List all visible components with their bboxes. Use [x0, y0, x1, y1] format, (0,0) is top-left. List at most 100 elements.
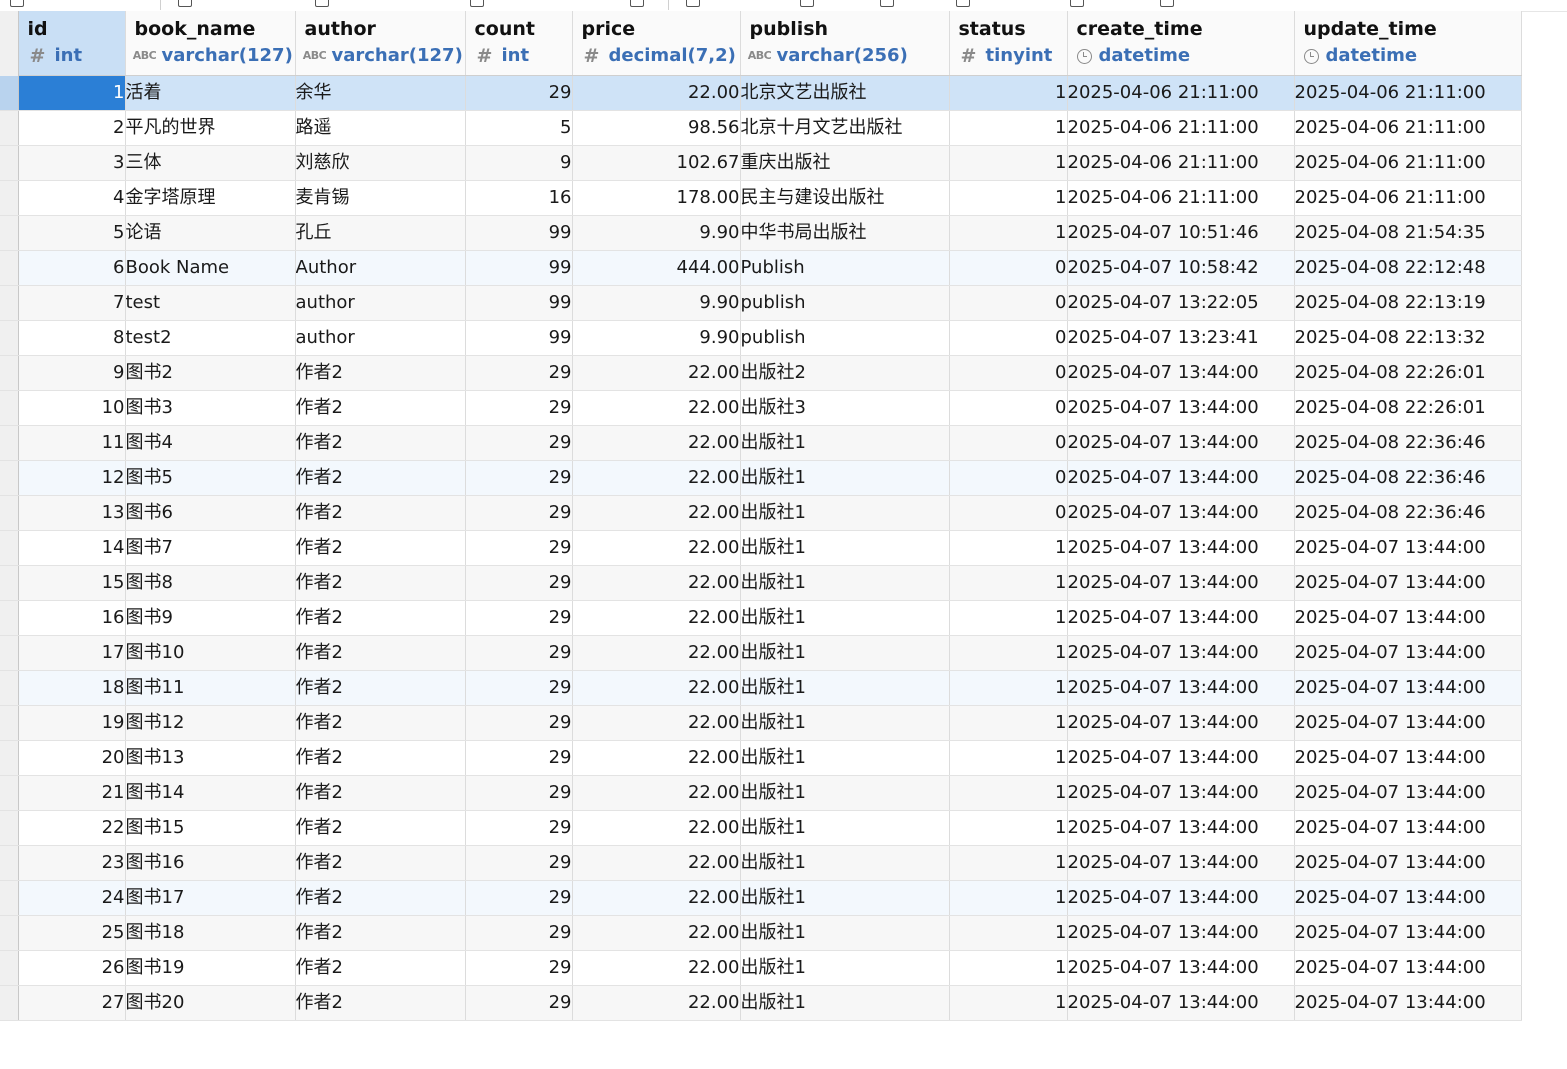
- cell-count[interactable]: 29: [465, 775, 573, 811]
- row-header[interactable]: [0, 600, 19, 636]
- cell-book-name[interactable]: 图书9: [125, 600, 296, 636]
- cell-create-time[interactable]: 2025-04-06 21:11:00: [1067, 110, 1295, 146]
- cell-author[interactable]: 路遥: [295, 110, 466, 146]
- table-row[interactable]: 7 test author 99 9.90 publish 0 2025-04-07 13:2…: [0, 285, 1522, 321]
- cell-publish[interactable]: 北京十月文艺出版社: [740, 110, 950, 146]
- cell-publish[interactable]: 出版社1: [740, 565, 950, 601]
- cell-status[interactable]: 0: [949, 390, 1068, 426]
- cell-publish[interactable]: 出版社2: [740, 355, 950, 391]
- cell-author[interactable]: 作者2: [295, 670, 466, 706]
- cell-author[interactable]: 作者2: [295, 950, 466, 986]
- cell-price[interactable]: 98.56: [572, 110, 741, 146]
- table-row[interactable]: 15 图书8 作者2 29 22.00 出版社1 1 2025-04-07 13:44:00 2…: [0, 565, 1522, 601]
- table-row[interactable]: 9 图书2 作者2 29 22.00 出版社2 0 2025-04-07 13:44:00 20…: [0, 355, 1522, 391]
- cell-author[interactable]: 作者2: [295, 880, 466, 916]
- cell-publish[interactable]: 出版社1: [740, 670, 950, 706]
- cell-id[interactable]: 17: [18, 635, 126, 671]
- cell-book-name[interactable]: 图书18: [125, 915, 296, 951]
- table-row[interactable]: 22 图书15 作者2 29 22.00 出版社1 1 2025-04-07 13:44:00…: [0, 810, 1522, 846]
- cell-create-time[interactable]: 2025-04-07 13:44:00: [1067, 845, 1295, 881]
- cell-author[interactable]: 作者2: [295, 460, 466, 496]
- column-header-author[interactable]: author ABC varchar(127): [295, 11, 466, 76]
- cell-create-time[interactable]: 2025-04-07 13:44:00: [1067, 635, 1295, 671]
- cell-status[interactable]: 1: [949, 145, 1068, 181]
- cell-update-time[interactable]: 2025-04-07 13:44:00: [1294, 670, 1522, 706]
- cell-author[interactable]: 麦肯锡: [295, 180, 466, 216]
- cell-create-time[interactable]: 2025-04-07 13:22:05: [1067, 285, 1295, 321]
- cell-id[interactable]: 1: [18, 75, 126, 111]
- cell-book-name[interactable]: 图书4: [125, 425, 296, 461]
- cell-status[interactable]: 1: [949, 880, 1068, 916]
- cell-price[interactable]: 22.00: [572, 950, 741, 986]
- cell-price[interactable]: 22.00: [572, 880, 741, 916]
- cell-book-name[interactable]: 图书12: [125, 705, 296, 741]
- cell-id[interactable]: 22: [18, 810, 126, 846]
- cell-status[interactable]: 1: [949, 635, 1068, 671]
- cell-create-time[interactable]: 2025-04-07 13:44:00: [1067, 705, 1295, 741]
- cell-author[interactable]: 作者2: [295, 495, 466, 531]
- cell-id[interactable]: 13: [18, 495, 126, 531]
- cell-price[interactable]: 22.00: [572, 845, 741, 881]
- cell-publish[interactable]: Publish: [740, 250, 950, 286]
- table-row[interactable]: 18 图书11 作者2 29 22.00 出版社1 1 2025-04-07 13:44:00…: [0, 670, 1522, 706]
- row-header[interactable]: [0, 880, 19, 916]
- cell-update-time[interactable]: 2025-04-08 22:26:01: [1294, 390, 1522, 426]
- cell-update-time[interactable]: 2025-04-07 13:44:00: [1294, 915, 1522, 951]
- cell-update-time[interactable]: 2025-04-06 21:11:00: [1294, 75, 1522, 111]
- row-header[interactable]: [0, 635, 19, 671]
- cell-author[interactable]: author: [295, 320, 466, 356]
- cell-book-name[interactable]: 图书7: [125, 530, 296, 566]
- cell-price[interactable]: 22.00: [572, 390, 741, 426]
- table-row[interactable]: 12 图书5 作者2 29 22.00 出版社1 0 2025-04-07 13:44:00 2…: [0, 460, 1522, 496]
- cell-author[interactable]: 作者2: [295, 355, 466, 391]
- cell-status[interactable]: 1: [949, 530, 1068, 566]
- toolbar-button[interactable]: [800, 0, 814, 8]
- toolbar-button[interactable]: [880, 0, 894, 8]
- cell-publish[interactable]: 出版社1: [740, 985, 950, 1021]
- cell-price[interactable]: 22.00: [572, 915, 741, 951]
- cell-update-time[interactable]: 2025-04-07 13:44:00: [1294, 565, 1522, 601]
- cell-id[interactable]: 12: [18, 460, 126, 496]
- cell-price[interactable]: 22.00: [572, 75, 741, 111]
- cell-id[interactable]: 21: [18, 775, 126, 811]
- cell-create-time[interactable]: 2025-04-06 21:11:00: [1067, 75, 1295, 111]
- cell-update-time[interactable]: 2025-04-08 21:54:35: [1294, 215, 1522, 251]
- cell-update-time[interactable]: 2025-04-07 13:44:00: [1294, 635, 1522, 671]
- cell-status[interactable]: 1: [949, 75, 1068, 111]
- cell-count[interactable]: 29: [465, 705, 573, 741]
- cell-id[interactable]: 11: [18, 425, 126, 461]
- cell-author[interactable]: 作者2: [295, 915, 466, 951]
- cell-create-time[interactable]: 2025-04-07 13:44:00: [1067, 530, 1295, 566]
- cell-author[interactable]: 作者2: [295, 740, 466, 776]
- row-header[interactable]: [0, 425, 19, 461]
- cell-book-name[interactable]: Book Name: [125, 250, 296, 286]
- cell-count[interactable]: 29: [465, 915, 573, 951]
- cell-book-name[interactable]: 图书5: [125, 460, 296, 496]
- cell-book-name[interactable]: 三体: [125, 145, 296, 181]
- row-header[interactable]: [0, 740, 19, 776]
- cell-count[interactable]: 29: [465, 740, 573, 776]
- cell-book-name[interactable]: 图书6: [125, 495, 296, 531]
- toolbar-button[interactable]: [10, 0, 24, 8]
- cell-book-name[interactable]: 图书3: [125, 390, 296, 426]
- cell-create-time[interactable]: 2025-04-07 13:44:00: [1067, 915, 1295, 951]
- cell-id[interactable]: 18: [18, 670, 126, 706]
- cell-book-name[interactable]: 金字塔原理: [125, 180, 296, 216]
- corner-cell[interactable]: [0, 11, 19, 76]
- cell-create-time[interactable]: 2025-04-06 21:11:00: [1067, 145, 1295, 181]
- row-header[interactable]: [0, 110, 19, 146]
- cell-status[interactable]: 0: [949, 320, 1068, 356]
- cell-create-time[interactable]: 2025-04-07 13:44:00: [1067, 775, 1295, 811]
- table-row[interactable]: 21 图书14 作者2 29 22.00 出版社1 1 2025-04-07 13:44:00…: [0, 775, 1522, 811]
- cell-status[interactable]: 1: [949, 110, 1068, 146]
- toolbar-button[interactable]: [956, 0, 970, 8]
- cell-book-name[interactable]: 图书20: [125, 985, 296, 1021]
- cell-author[interactable]: 作者2: [295, 810, 466, 846]
- cell-publish[interactable]: 出版社1: [740, 845, 950, 881]
- cell-count[interactable]: 99: [465, 285, 573, 321]
- cell-status[interactable]: 1: [949, 845, 1068, 881]
- cell-id[interactable]: 2: [18, 110, 126, 146]
- cell-author[interactable]: author: [295, 285, 466, 321]
- row-header[interactable]: [0, 285, 19, 321]
- table-row[interactable]: 4 金字塔原理 麦肯锡 16 178.00 民主与建设出版社 1 2025-04-06 21:…: [0, 180, 1522, 216]
